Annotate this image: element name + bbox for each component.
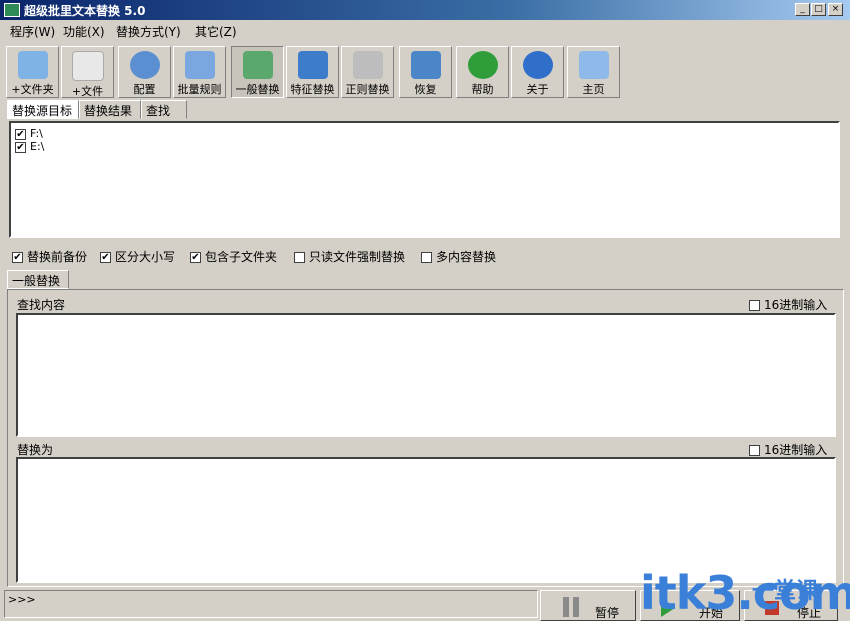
watermark: itk3.com <box>640 566 850 620</box>
menu-program[interactable]: 程序(W) <box>10 23 55 40</box>
info-icon <box>522 51 553 79</box>
close-button[interactable]: × <box>828 3 843 16</box>
multi-checkbox[interactable] <box>421 252 432 263</box>
folder-add-icon <box>17 51 48 79</box>
menu-function[interactable]: 功能(X) <box>63 23 105 40</box>
target-checkbox[interactable]: ✔ <box>15 128 26 140</box>
replace-label: 替换为 <box>17 443 54 457</box>
find-hex-checkbox[interactable] <box>749 300 760 311</box>
add-file-button[interactable]: +文件 <box>61 46 114 98</box>
about-button[interactable]: 关于 <box>511 46 564 98</box>
tab-replace-source[interactable]: 替换源目标 <box>7 100 79 119</box>
menu-replace-mode[interactable]: 替换方式(Y) <box>116 23 181 40</box>
puzzle-icon <box>184 51 215 79</box>
mode-tabs: 一般替换 <box>7 270 107 289</box>
replace-hex-option[interactable]: 16进制输入 <box>749 441 827 458</box>
title-bar: 超级批里文本替换 5.0 _ □ × <box>0 0 850 20</box>
find-textarea[interactable] <box>16 313 836 437</box>
subfolder-checkbox[interactable]: ✔ <box>190 252 201 263</box>
maximize-button[interactable]: □ <box>811 3 826 16</box>
gear-icon <box>129 51 160 79</box>
feature-replace-button[interactable]: 特征替换 <box>286 46 339 98</box>
help-icon <box>467 51 498 79</box>
app-icon <box>4 3 20 17</box>
toolbar: +文件夹 +文件 配置 批量规则 一般替换 特征替换 正则替换 恢复 帮助 关于… <box>0 42 850 98</box>
option-include-subfolders[interactable]: ✔ 包含子文件夹 <box>190 248 277 265</box>
tab-replace-result[interactable]: 替换结果 <box>79 100 141 119</box>
option-multi-content[interactable]: 多内容替换 <box>421 248 496 265</box>
find-hex-option[interactable]: 16进制输入 <box>749 296 827 313</box>
watermark-sub: 一堂课 <box>752 579 819 604</box>
minimize-button[interactable]: _ <box>795 3 810 16</box>
status-text: >>> <box>8 593 36 606</box>
menu-other[interactable]: 其它(Z) <box>195 23 237 40</box>
restore-button[interactable]: 恢复 <box>399 46 452 98</box>
window-title: 超级批里文本替换 5.0 <box>24 4 146 18</box>
pause-icon <box>563 597 569 617</box>
help-button[interactable]: 帮助 <box>456 46 509 98</box>
network-icon <box>297 51 328 79</box>
add-folder-button[interactable]: +文件夹 <box>6 46 59 98</box>
tab-general-replace[interactable]: 一般替换 <box>7 270 69 289</box>
batch-rules-button[interactable]: 批量规则 <box>173 46 226 98</box>
tab-find[interactable]: 查找 <box>141 100 187 119</box>
readonly-checkbox[interactable] <box>294 252 305 263</box>
undo-icon <box>410 51 441 79</box>
home-button[interactable]: 主页 <box>567 46 620 98</box>
option-backup[interactable]: ✔ 替换前备份 <box>12 248 87 265</box>
status-bar: >>> <box>4 590 538 618</box>
file-add-icon <box>71 51 104 81</box>
source-tabs: 替换源目标 替换结果 查找 <box>7 100 307 119</box>
backup-checkbox[interactable]: ✔ <box>12 252 23 263</box>
list-item[interactable]: ✔ F:\ <box>15 127 43 140</box>
target-list[interactable]: ✔ F:\ ✔ E:\ <box>9 121 840 238</box>
option-case-sensitive[interactable]: ✔ 区分大小写 <box>100 248 175 265</box>
config-button[interactable]: 配置 <box>118 46 171 98</box>
case-checkbox[interactable]: ✔ <box>100 252 111 263</box>
menu-bar: 程序(W) 功能(X) 替换方式(Y) 其它(Z) <box>0 20 850 40</box>
cart-icon <box>352 51 383 79</box>
pause-button[interactable]: 暂停 <box>540 590 636 621</box>
find-label: 查找内容 <box>17 298 66 312</box>
target-checkbox[interactable]: ✔ <box>15 141 26 153</box>
replace-icon <box>242 51 273 79</box>
replace-textarea[interactable] <box>16 457 836 583</box>
general-replace-button[interactable]: 一般替换 <box>231 46 284 98</box>
list-item[interactable]: ✔ E:\ <box>15 140 44 153</box>
option-readonly-force[interactable]: 只读文件强制替换 <box>294 248 405 265</box>
replace-hex-checkbox[interactable] <box>749 445 760 456</box>
home-icon <box>578 51 609 79</box>
regex-replace-button[interactable]: 正则替换 <box>341 46 394 98</box>
